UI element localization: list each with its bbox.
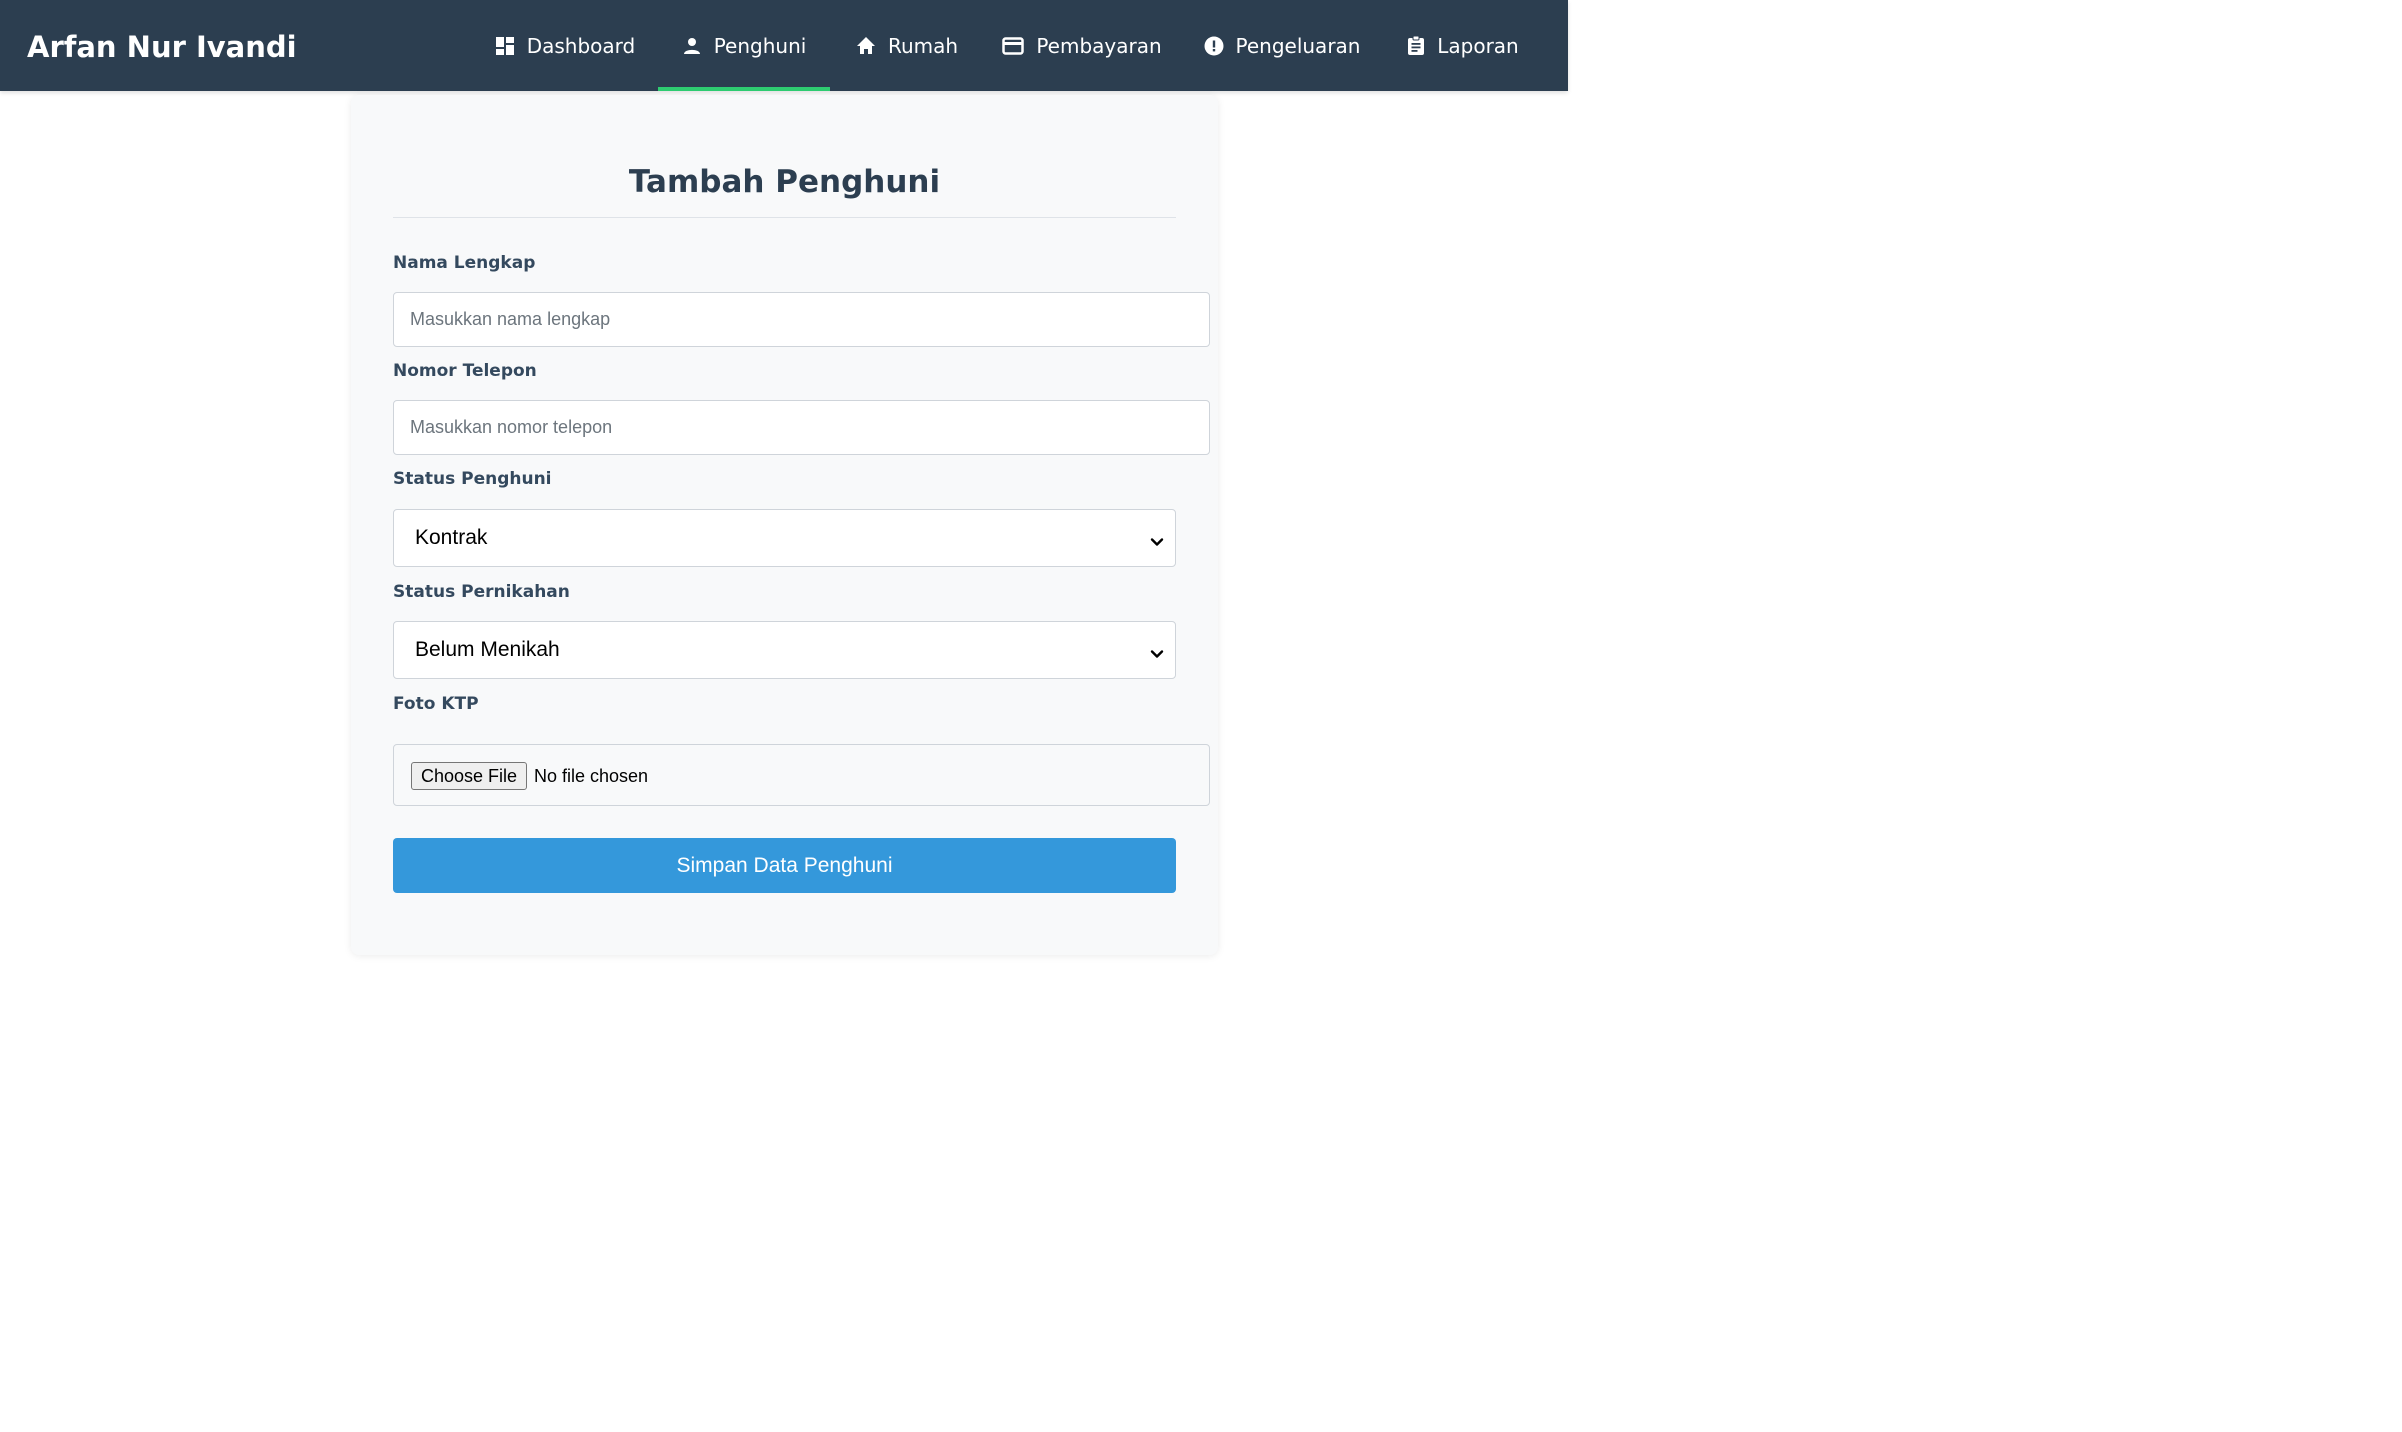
status-penghuni-select[interactable]: Kontrak	[393, 509, 1176, 567]
top-navbar: Arfan Nur Ivandi Dashboard Penghuni Ruma…	[0, 0, 1568, 91]
brand-name[interactable]: Arfan Nur Ivandi	[27, 27, 297, 67]
nav-pengeluaran[interactable]: Pengeluaran	[1196, 0, 1368, 91]
nav-penghuni-label: Penghuni	[713, 33, 807, 58]
nav-dashboard[interactable]: Dashboard	[486, 0, 644, 91]
nav-rumah-label: Rumah	[887, 33, 959, 58]
chevron-down-icon	[1150, 531, 1164, 555]
status-pernikahan-select[interactable]: Belum Menikah	[393, 621, 1176, 679]
nav-pembayaran[interactable]: Pembayaran	[996, 0, 1168, 91]
telepon-label: Nomor Telepon	[393, 361, 537, 381]
page-title: Tambah Penghuni	[628, 164, 941, 200]
title-divider	[393, 217, 1176, 218]
nav-rumah[interactable]: Rumah	[846, 0, 968, 91]
foto-ktp-file-input[interactable]: Choose File No file chosen	[393, 744, 1210, 806]
choose-file-button[interactable]: Choose File	[411, 762, 528, 790]
status-penghuni-value: Kontrak	[415, 526, 488, 549]
dashboard-icon	[495, 36, 515, 56]
nav-pengeluaran-label: Pengeluaran	[1235, 33, 1361, 58]
nav-laporan[interactable]: Laporan	[1396, 0, 1530, 91]
status-penghuni-label: Status Penghuni	[393, 469, 552, 489]
file-status-text: No file chosen	[534, 766, 649, 786]
nav-penghuni[interactable]: Penghuni	[658, 0, 830, 91]
nama-label: Nama Lengkap	[393, 253, 536, 273]
credit-card-icon	[1002, 36, 1025, 55]
alert-circle-icon	[1204, 36, 1224, 56]
nav-dashboard-label: Dashboard	[526, 33, 636, 58]
status-pernikahan-label: Status Pernikahan	[393, 582, 570, 602]
nav-pembayaran-label: Pembayaran	[1036, 33, 1162, 58]
home-icon	[856, 36, 876, 56]
clipboard-icon	[1407, 35, 1425, 56]
foto-ktp-label: Foto KTP	[393, 694, 479, 714]
simpan-data-penghuni-button[interactable]: Simpan Data Penghuni	[393, 838, 1176, 893]
nomor-telepon-input[interactable]	[393, 400, 1210, 455]
person-icon	[682, 36, 702, 56]
nama-lengkap-input[interactable]	[393, 292, 1210, 347]
status-pernikahan-value: Belum Menikah	[415, 638, 560, 661]
nav-laporan-label: Laporan	[1437, 33, 1519, 58]
chevron-down-icon	[1150, 643, 1164, 667]
